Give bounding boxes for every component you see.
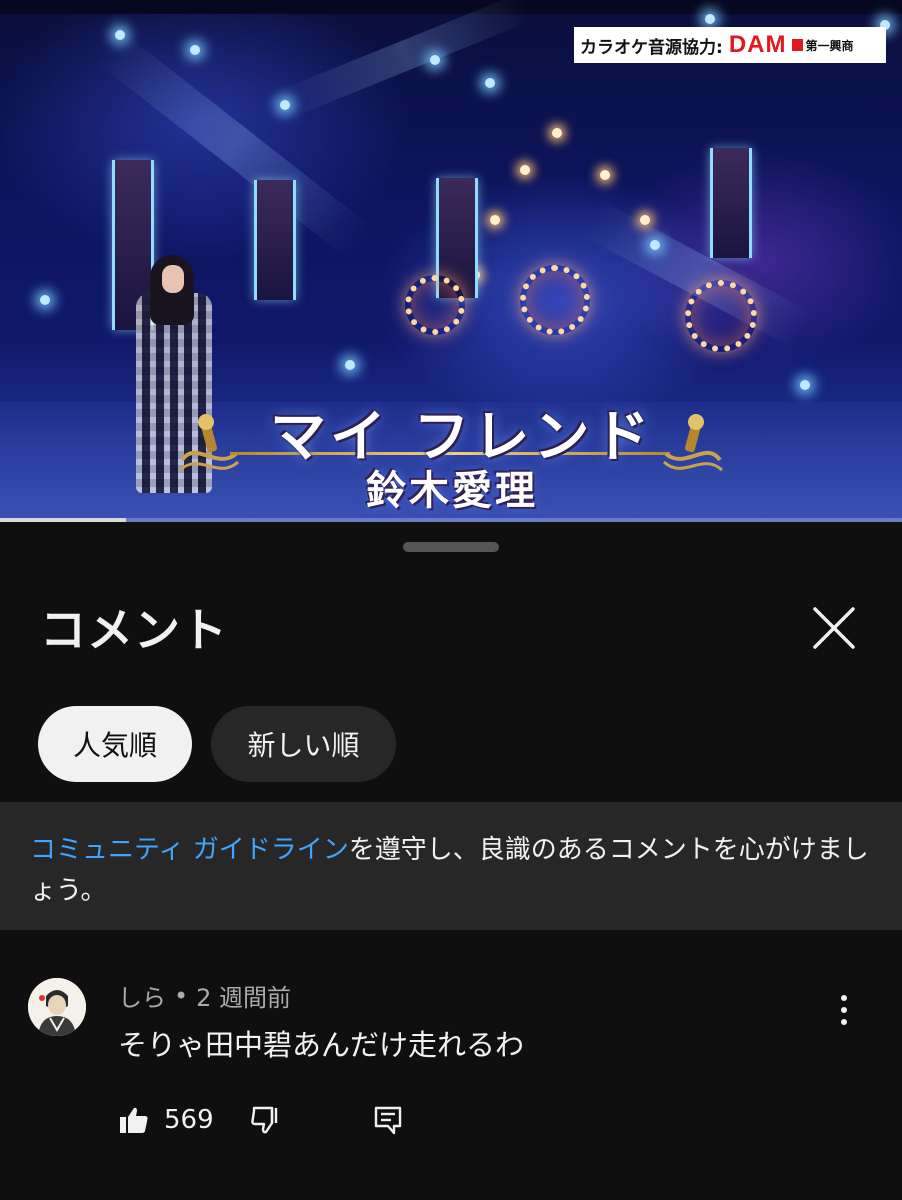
- stage-light: [600, 170, 610, 180]
- stage-light: [40, 295, 50, 305]
- close-button[interactable]: [808, 602, 860, 654]
- more-dot: [841, 995, 847, 1001]
- more-dot: [841, 1007, 847, 1013]
- comments-sheet: コメント 人気順 新しい順 コミュニティ ガイドラインを遵守し、良識のあるコメン…: [0, 522, 902, 1200]
- stage-light: [520, 165, 530, 175]
- company-name: 第一興商: [792, 37, 853, 54]
- close-icon: [813, 607, 855, 649]
- stage-light: [552, 128, 562, 138]
- artist-name-caption: 鈴木愛理: [366, 467, 538, 514]
- stage-light: [115, 30, 125, 40]
- meta-separator: •: [174, 981, 189, 1010]
- like-button[interactable]: [118, 1104, 150, 1136]
- more-dot: [841, 1019, 847, 1025]
- stage-light: [485, 78, 495, 88]
- sheet-title: コメント: [40, 603, 228, 657]
- stage-pillar: [254, 180, 296, 300]
- stage-light: [280, 100, 290, 110]
- comment-item: しら • 2 週間前 そりゃ田中碧あんだけ走れるわ 569: [0, 970, 902, 1170]
- company-logo-mark: [792, 39, 804, 51]
- stage-light: [650, 240, 660, 250]
- comment-actions: 569: [118, 1098, 404, 1142]
- microphone-ornament-icon: [662, 414, 724, 472]
- company-label: 第一興商: [805, 38, 854, 53]
- thumbs-up-icon: [120, 1107, 148, 1133]
- community-guideline-notice: コミュニティ ガイドラインを遵守し、良識のあるコメントを心がけましょう。: [0, 802, 902, 930]
- comment-meta: しら • 2 週間前: [118, 978, 291, 1013]
- stage-light: [430, 55, 440, 65]
- reply-icon: [374, 1106, 401, 1135]
- karaoke-credit-badge: カラオケ音源協力: DAM 第一興商: [574, 27, 886, 63]
- stage-ring: [520, 265, 590, 335]
- stage-light: [705, 14, 715, 24]
- avatar[interactable]: [28, 978, 86, 1036]
- stage-beam: [280, 0, 533, 118]
- community-guidelines-link[interactable]: コミュニティ ガイドライン: [30, 835, 349, 865]
- dam-logo: DAM: [728, 31, 787, 58]
- comment-timestamp: 2 週間前: [196, 984, 292, 1012]
- sheet-drag-handle[interactable]: [403, 542, 499, 552]
- dislike-button[interactable]: [250, 1104, 282, 1136]
- comment-text: そりゃ田中碧あんだけ走れるわ: [118, 1028, 525, 1062]
- stage-ring: [405, 275, 465, 335]
- sort-chip-top[interactable]: 人気順: [38, 706, 192, 782]
- reply-button[interactable]: [372, 1104, 404, 1136]
- karaoke-credit-label: カラオケ音源協力:: [580, 37, 723, 58]
- thumbs-down-icon: [250, 1106, 277, 1134]
- comment-more-button[interactable]: [828, 988, 860, 1032]
- microphone-ornament-icon: [178, 414, 240, 472]
- avatar-illustration-icon: [28, 978, 86, 1036]
- stage-light: [345, 360, 355, 370]
- stage-ring: [685, 280, 757, 352]
- sort-chip-newest[interactable]: 新しい順: [211, 706, 396, 782]
- stage-light: [640, 215, 650, 225]
- comment-author[interactable]: しら: [118, 978, 166, 1013]
- video-top-edge: [0, 0, 902, 14]
- like-count: 569: [164, 1105, 214, 1135]
- stage-pillar: [710, 148, 752, 258]
- stage-light: [490, 215, 500, 225]
- stage-light: [800, 380, 810, 390]
- stage-light: [190, 45, 200, 55]
- video-player[interactable]: カラオケ音源協力: DAM 第一興商 マイ フレンド 鈴木愛理: [0, 0, 902, 522]
